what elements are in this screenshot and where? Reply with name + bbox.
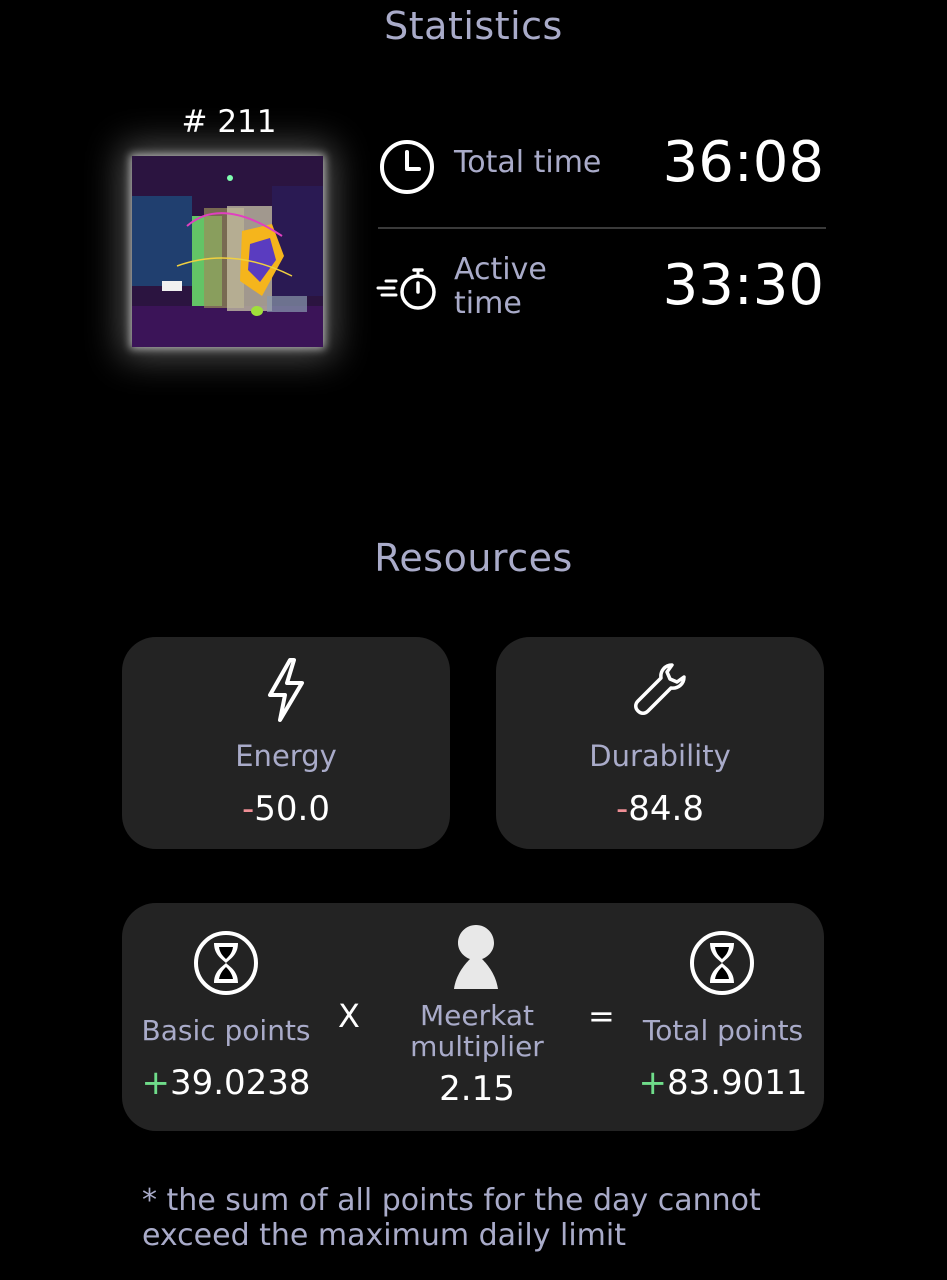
basic-points-amount: 39.0238: [169, 1063, 311, 1103]
total-time-value: 36:08: [662, 130, 824, 195]
durability-sign: -: [616, 789, 629, 829]
durability-label: Durability: [589, 739, 731, 773]
meerkat-icon: [446, 921, 506, 997]
energy-amount: 50.0: [254, 789, 330, 829]
resources-title: Resources: [374, 536, 573, 580]
divider: [378, 227, 826, 229]
meerkat-multiplier-value: 2.15: [439, 1069, 515, 1109]
basic-points-label: Basic points: [141, 1014, 311, 1047]
meerkat-multiplier-label: Meerkat multiplier: [410, 999, 544, 1063]
wrench-icon: [632, 661, 688, 721]
lightning-icon: [264, 657, 308, 727]
clock-icon: [378, 138, 436, 200]
energy-sign: -: [242, 789, 255, 829]
nft-image[interactable]: [132, 156, 323, 347]
daily-limit-footnote: * the sum of all points for the day cann…: [142, 1183, 761, 1253]
hourglass-icon: [688, 929, 756, 1001]
total-points-label: Total points: [642, 1014, 804, 1047]
multiply-operator: X: [338, 997, 360, 1035]
hourglass-icon: [192, 929, 260, 1001]
nft-artwork: [132, 156, 323, 347]
energy-label: Energy: [235, 739, 337, 773]
total-points-amount: 83.9011: [666, 1063, 808, 1103]
statistics-title: Statistics: [384, 4, 563, 48]
stopwatch-icon: [376, 264, 438, 318]
nft-id: # 211: [181, 104, 277, 140]
energy-value: -50.0: [122, 789, 450, 829]
equals-operator: =: [588, 997, 615, 1035]
total-time-label: Total time: [454, 145, 602, 180]
energy-card: Energy -50.0: [122, 637, 450, 849]
basic-points-sign: +: [141, 1063, 170, 1103]
total-points-sign: +: [638, 1063, 667, 1103]
active-time-value: 33:30: [662, 253, 824, 318]
durability-card: Durability -84.8: [496, 637, 824, 849]
basic-points-value: +39.0238: [132, 1063, 320, 1103]
durability-value: -84.8: [496, 789, 824, 829]
durability-amount: 84.8: [628, 789, 704, 829]
total-points-value: +83.9011: [632, 1063, 814, 1103]
points-card: Basic points +39.0238 X Meerkat multipli…: [122, 903, 824, 1131]
